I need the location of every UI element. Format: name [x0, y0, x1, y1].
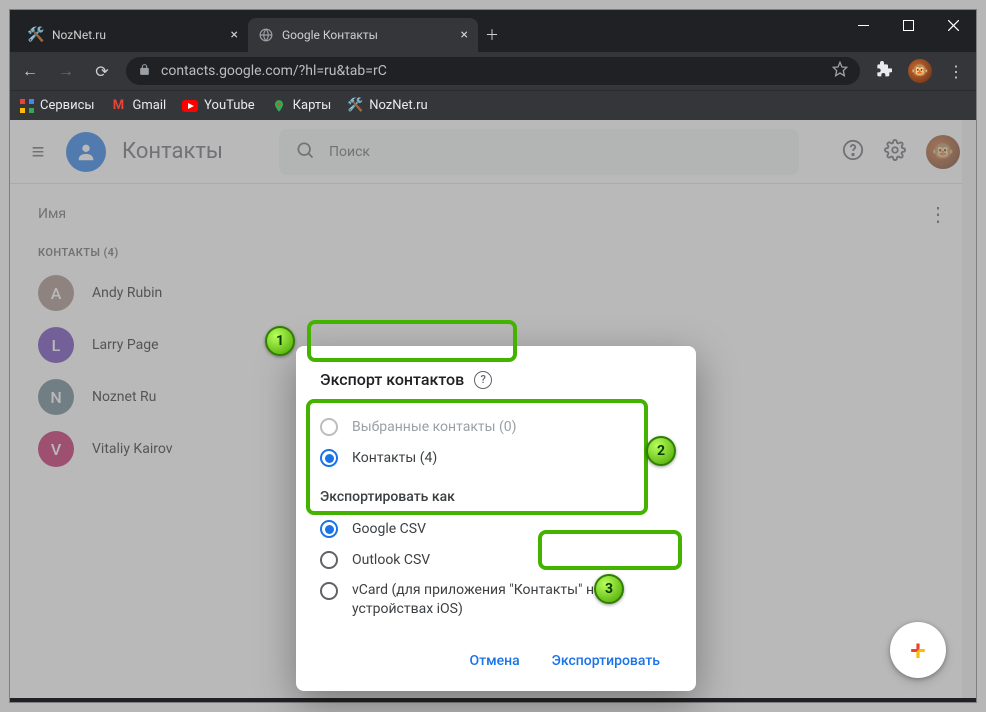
- star-icon[interactable]: [832, 61, 848, 81]
- bookmark-label: NozNet.ru: [369, 98, 427, 113]
- window-minimize[interactable]: [841, 10, 886, 41]
- menu-button[interactable]: ⋮: [944, 62, 968, 81]
- close-icon[interactable]: ×: [231, 27, 238, 43]
- back-button[interactable]: ←: [18, 61, 42, 81]
- globe-icon: [258, 27, 274, 43]
- option-label: vCard (для приложения "Контакты" на устр…: [352, 581, 672, 619]
- bookmark-label: Gmail: [133, 98, 167, 113]
- format-google-csv[interactable]: Google CSV: [320, 513, 672, 544]
- window-close[interactable]: [931, 10, 976, 41]
- radio-icon: [320, 551, 338, 569]
- cancel-button[interactable]: Отмена: [457, 645, 531, 677]
- add-contact-fab[interactable]: +: [890, 622, 946, 678]
- format-outlook-csv[interactable]: Outlook CSV: [320, 544, 672, 575]
- wrench-icon: 🛠️: [28, 27, 44, 43]
- step-badge-3: 3: [594, 574, 624, 604]
- step-badge-1: 1: [265, 326, 295, 356]
- step-badge-2: 2: [646, 436, 676, 466]
- option-all-contacts[interactable]: Контакты (4): [320, 442, 672, 473]
- tab-title: NozNet.ru: [52, 28, 223, 42]
- radio-icon: [320, 418, 338, 436]
- new-tab-button[interactable]: ＋: [478, 18, 506, 52]
- apps-icon: [20, 99, 34, 113]
- bookmark-label: Карты: [293, 98, 332, 113]
- tab-strip: 🛠️ NozNet.ru × Google Контакты × ＋: [18, 18, 506, 52]
- export-as-label: Экспортировать как: [320, 489, 672, 505]
- help-icon[interactable]: ?: [474, 371, 492, 389]
- tab-contacts[interactable]: Google Контакты ×: [248, 18, 478, 52]
- address-bar[interactable]: contacts.google.com/?hl=ru&tab=rC: [126, 57, 860, 85]
- option-label: Outlook CSV: [352, 552, 430, 568]
- export-button[interactable]: Экспортировать: [540, 645, 672, 677]
- close-icon[interactable]: ×: [461, 27, 468, 43]
- radio-icon: [320, 520, 338, 538]
- bookmark-services[interactable]: Сервисы: [20, 98, 95, 113]
- option-label: Google CSV: [352, 521, 426, 537]
- tab-title: Google Контакты: [282, 28, 453, 42]
- window-maximize[interactable]: [886, 10, 931, 41]
- wrench-icon: 🛠️: [347, 98, 363, 114]
- lock-icon: [138, 63, 151, 80]
- bookmark-youtube[interactable]: YouTube: [182, 98, 255, 114]
- extensions-icon[interactable]: [872, 61, 896, 81]
- youtube-icon: [182, 98, 198, 114]
- option-label: Выбранные контакты (0): [352, 419, 517, 435]
- export-dialog: Экспорт контактов ? Выбранные контакты (…: [296, 346, 696, 691]
- tab-noznet[interactable]: 🛠️ NozNet.ru ×: [18, 18, 248, 52]
- bookmarks-bar: Сервисы M Gmail YouTube Карты 🛠️ NozNet.…: [10, 90, 976, 120]
- dialog-title: Экспорт контактов: [320, 370, 464, 389]
- maps-icon: [271, 98, 287, 114]
- gmail-icon: M: [111, 98, 127, 114]
- bookmark-maps[interactable]: Карты: [271, 98, 332, 114]
- bookmark-noznet[interactable]: 🛠️ NozNet.ru: [347, 98, 427, 114]
- bookmark-label: YouTube: [204, 98, 255, 113]
- radio-icon: [320, 582, 338, 600]
- reload-button[interactable]: ⟳: [90, 62, 114, 81]
- bookmark-gmail[interactable]: M Gmail: [111, 98, 167, 114]
- profile-avatar[interactable]: 🐵: [908, 59, 932, 83]
- option-label: Контакты (4): [352, 450, 437, 466]
- bookmark-label: Сервисы: [40, 98, 95, 113]
- forward-button[interactable]: →: [54, 61, 78, 81]
- option-selected-contacts: Выбранные контакты (0): [320, 411, 672, 442]
- plus-icon: +: [910, 634, 926, 667]
- radio-icon: [320, 449, 338, 467]
- url-text: contacts.google.com/?hl=ru&tab=rC: [161, 63, 822, 79]
